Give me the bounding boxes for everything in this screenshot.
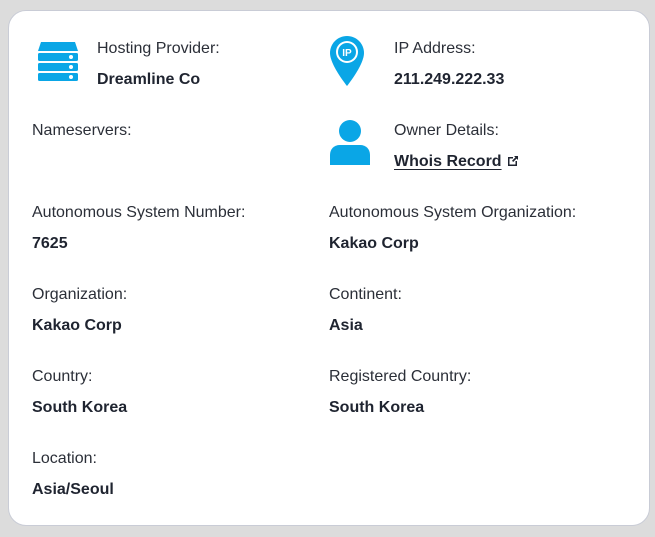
nameservers-label: Nameservers: xyxy=(32,122,132,139)
aso-value: Kakao Corp xyxy=(329,235,419,252)
country-label: Country: xyxy=(32,368,93,385)
location-field: Location: Asia/Seoul xyxy=(32,449,114,500)
whois-record-link[interactable]: Whois Record xyxy=(394,153,502,170)
country-value: South Korea xyxy=(32,399,128,416)
nameservers-field: Nameservers: xyxy=(32,121,132,141)
country-field: Country: South Korea xyxy=(32,367,127,418)
hosting-provider-value: Dreamline Co xyxy=(97,71,201,88)
ip-details-card: Hosting Provider: Dreamline Co IP IP Add… xyxy=(8,10,650,526)
registered-country-field: Registered Country: South Korea xyxy=(329,367,471,418)
hosting-provider-label: Hosting Provider: xyxy=(97,40,220,57)
aso-field: Autonomous System Organization: Kakao Co… xyxy=(329,203,576,254)
continent-label: Continent: xyxy=(329,286,402,303)
server-icon xyxy=(36,39,80,88)
ip-pin-icon: IP xyxy=(329,35,365,92)
ip-address-field: IP Address: 211.249.222.33 xyxy=(394,39,504,90)
registered-country-value: South Korea xyxy=(329,399,425,416)
organization-field: Organization: Kakao Corp xyxy=(32,285,127,336)
location-label: Location: xyxy=(32,450,97,467)
continent-field: Continent: Asia xyxy=(329,285,402,336)
ip-badge-text: IP xyxy=(342,48,352,59)
whois-record-row: Whois Record xyxy=(394,152,519,173)
ip-address-label: IP Address: xyxy=(394,40,476,57)
external-link-icon[interactable] xyxy=(507,153,519,173)
continent-value: Asia xyxy=(329,317,363,334)
organization-label: Organization: xyxy=(32,286,128,303)
user-icon xyxy=(328,119,372,170)
asn-label: Autonomous System Number: xyxy=(32,204,246,221)
ip-address-value: 211.249.222.33 xyxy=(394,71,505,88)
organization-value: Kakao Corp xyxy=(32,317,122,334)
owner-details-label: Owner Details: xyxy=(394,122,499,139)
asn-field: Autonomous System Number: 7625 xyxy=(32,203,245,254)
aso-label: Autonomous System Organization: xyxy=(329,204,577,221)
location-value: Asia/Seoul xyxy=(32,481,114,498)
hosting-provider-field: Hosting Provider: Dreamline Co xyxy=(97,39,220,90)
owner-details-field: Owner Details: Whois Record xyxy=(394,121,519,173)
asn-value: 7625 xyxy=(32,235,68,252)
registered-country-label: Registered Country: xyxy=(329,368,472,385)
